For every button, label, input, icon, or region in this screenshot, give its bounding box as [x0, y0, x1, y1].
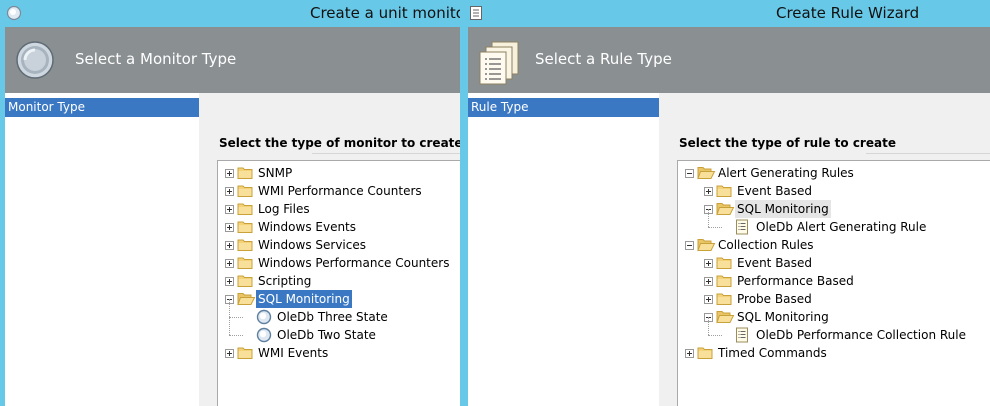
tree-node-label[interactable]: OleDb Performance Collection Rule: [754, 326, 968, 344]
monitor-app-icon: [6, 5, 22, 25]
tree-node[interactable]: OleDb Performance Collection Rule: [678, 317, 990, 344]
tree-node-label[interactable]: OleDb Two State: [275, 326, 378, 344]
tree-node-label[interactable]: SQL Monitoring: [735, 200, 831, 218]
monitor-type-icon: [15, 40, 55, 84]
window-title: Create a unit monitor: [310, 4, 460, 22]
tree-node[interactable]: Event Based: [678, 182, 990, 200]
collapse-icon[interactable]: [685, 169, 694, 178]
tree-connector: [229, 317, 230, 335]
create-rule-wizard-window: Create Rule Wizard Select a Rule Type Ru…: [463, 0, 990, 406]
tree-node-label[interactable]: Timed Commands: [716, 344, 829, 362]
expand-icon[interactable]: [704, 277, 713, 286]
tree-node[interactable]: OleDb Alert Generating Rule: [678, 209, 990, 236]
header-title: Select a Monitor Type: [75, 50, 237, 68]
expand-icon[interactable]: [225, 277, 234, 286]
tree-node-label[interactable]: Event Based: [735, 254, 814, 272]
tree-node[interactable]: SQL Monitoring: [218, 290, 460, 308]
wizard-body: Rule Type Select the type of rule to cre…: [468, 93, 990, 406]
tree-node-label[interactable]: Alert Generating Rules: [716, 164, 856, 182]
tree-node[interactable]: WMI Performance Counters: [218, 182, 460, 200]
step-rule-type[interactable]: Rule Type: [468, 98, 659, 117]
tree-connector: [708, 335, 722, 336]
tree-node-label[interactable]: Probe Based: [735, 290, 814, 308]
tree-node-label[interactable]: Performance Based: [735, 272, 856, 290]
step-monitor-type[interactable]: Monitor Type: [5, 98, 199, 117]
tree-node-label[interactable]: Event Based: [735, 182, 814, 200]
tree-node[interactable]: Timed Commands: [678, 344, 990, 362]
tree-node-label[interactable]: Log Files: [256, 200, 312, 218]
tree-node[interactable]: Windows Services: [218, 236, 460, 254]
monitor-type-tree[interactable]: SNMP WMI Performance Counters Log Files Win…: [217, 160, 460, 406]
tree-node[interactable]: Performance Based: [678, 272, 990, 290]
tree-connector: [708, 209, 709, 227]
tree-connector: [229, 299, 230, 317]
tree-connector: [229, 317, 243, 318]
tree-node-label[interactable]: WMI Performance Counters: [256, 182, 424, 200]
tree-connector: [708, 317, 709, 335]
title-bar: Create a unit monitor: [0, 0, 460, 27]
expand-icon[interactable]: [704, 187, 713, 196]
collapse-icon[interactable]: [685, 241, 694, 250]
expand-icon[interactable]: [225, 223, 234, 232]
tree-node-label[interactable]: Scripting: [256, 272, 313, 290]
expand-icon[interactable]: [704, 259, 713, 268]
tree-node-label[interactable]: SNMP: [256, 164, 294, 182]
window-title: Create Rule Wizard: [776, 4, 920, 22]
tree-node-label[interactable]: OleDb Alert Generating Rule: [754, 218, 928, 236]
tree-node-label[interactable]: Collection Rules: [716, 236, 816, 254]
tree-node[interactable]: OleDb Three State: [218, 299, 460, 326]
expand-icon[interactable]: [225, 259, 234, 268]
rule-type-icon: [478, 40, 522, 90]
tree-connector: [229, 335, 243, 336]
wizard-steps-sidebar: Monitor Type: [5, 93, 199, 406]
tree-node[interactable]: SQL Monitoring: [678, 200, 990, 218]
create-unit-monitor-window: Create a unit monitor Select a Monitor T…: [0, 0, 460, 406]
tree-connector: [708, 227, 722, 228]
expand-icon[interactable]: [225, 169, 234, 178]
tree-node-label[interactable]: Windows Events: [256, 218, 358, 236]
section-separator: [866, 153, 990, 154]
tree-node-label[interactable]: OleDb Three State: [275, 308, 390, 326]
tree-node[interactable]: Windows Events: [218, 218, 460, 236]
tree-node[interactable]: Log Files: [218, 200, 460, 218]
tree-node-label[interactable]: Windows Performance Counters: [256, 254, 451, 272]
expand-icon[interactable]: [704, 295, 713, 304]
wizard-header: Select a Rule Type: [468, 27, 990, 93]
section-title: Select the type of rule to create: [679, 136, 896, 150]
tree-node[interactable]: SQL Monitoring: [678, 308, 990, 326]
section-title: Select the type of monitor to create: [219, 136, 460, 150]
tree-node-label[interactable]: SQL Monitoring: [256, 290, 352, 308]
expand-icon[interactable]: [225, 241, 234, 250]
wizard-steps-sidebar: Rule Type: [468, 93, 659, 406]
header-title: Select a Rule Type: [535, 50, 672, 68]
document-app-icon: [469, 5, 483, 25]
tree-node[interactable]: SNMP: [218, 164, 460, 182]
tree-node[interactable]: Alert Generating Rules: [678, 164, 990, 182]
tree-node[interactable]: OleDb Two State: [218, 317, 460, 344]
title-bar: Create Rule Wizard: [463, 0, 990, 27]
expand-icon[interactable]: [225, 187, 234, 196]
tree-node-label[interactable]: SQL Monitoring: [735, 308, 831, 326]
section-separator: [312, 153, 460, 154]
tree-node[interactable]: Scripting: [218, 272, 460, 290]
wizard-body: Monitor Type Select the type of monitor …: [5, 93, 460, 406]
tree-node[interactable]: Event Based: [678, 254, 990, 272]
folder-icon: [237, 345, 254, 365]
expand-icon[interactable]: [225, 205, 234, 214]
wizard-header: Select a Monitor Type: [5, 27, 460, 93]
tree-node[interactable]: Windows Performance Counters: [218, 254, 460, 272]
tree-node-label[interactable]: WMI Events: [256, 344, 330, 362]
rule-type-tree[interactable]: Alert Generating Rules Event Based SQL Mon…: [677, 160, 990, 406]
tree-node[interactable]: WMI Events: [218, 344, 460, 362]
expand-icon[interactable]: [225, 349, 234, 358]
tree-node[interactable]: Collection Rules: [678, 236, 990, 254]
tree-node-label[interactable]: Windows Services: [256, 236, 368, 254]
folder-icon: [697, 345, 714, 365]
expand-icon[interactable]: [685, 349, 694, 358]
tree-node[interactable]: Probe Based: [678, 290, 990, 308]
